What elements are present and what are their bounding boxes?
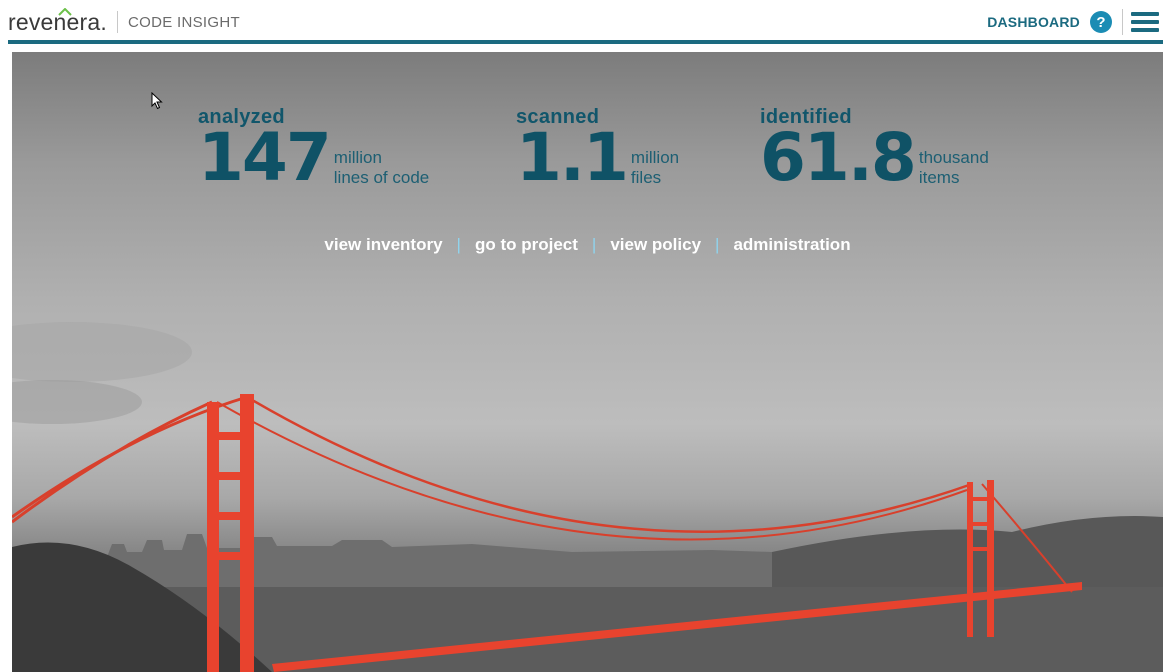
mouse-cursor-icon [151,92,163,110]
view-policy-link[interactable]: view policy [610,235,701,254]
logo-leaf-icon [58,7,72,16]
stat-scanned: scanned 1.1 million files [516,106,679,191]
link-separator: | [456,235,461,254]
stat-unit: thousand items [918,148,989,187]
stat-unit: million lines of code [333,148,430,187]
header-rule [8,40,1163,44]
stat-identified: identified 61.8 thousand items [760,106,989,191]
help-icon[interactable]: ? [1090,11,1112,33]
go-to-project-link[interactable]: go to project [475,235,578,254]
header-nav: DASHBOARD ? [987,8,1159,36]
quick-links: view inventory | go to project | view policy… [12,235,1163,255]
brand-divider [116,11,118,33]
view-inventory-link[interactable]: view inventory [324,235,442,254]
administration-link[interactable]: administration [733,235,850,254]
hamburger-menu-icon[interactable] [1131,10,1159,34]
link-separator: | [591,235,597,254]
stat-value: 1.1 [516,119,629,196]
brand: revenera. CODE INSIGHT [8,7,240,36]
link-separator: | [715,235,720,254]
product-name: CODE INSIGHT [127,13,240,31]
dashboard-link[interactable]: DASHBOARD [987,14,1080,30]
stat-value: 147 [198,119,332,196]
revenera-logo[interactable]: revenera. [8,7,107,34]
nav-divider [1122,9,1123,35]
stat-analyzed: analyzed 147 million lines of code [198,106,429,191]
hero-banner: analyzed 147 million lines of code scann… [12,52,1163,672]
top-bar: revenera. CODE INSIGHT DASHBOARD ? [0,0,1163,44]
stat-value: 61.8 [760,119,917,196]
stat-unit: million files [630,148,680,187]
